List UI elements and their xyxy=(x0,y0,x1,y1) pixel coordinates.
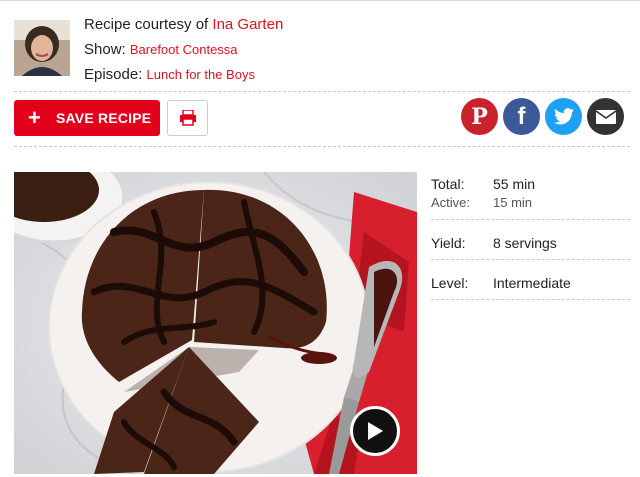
envelope-icon xyxy=(595,109,616,124)
show-label: Show: xyxy=(84,41,130,58)
total-time-value: 55 min xyxy=(493,176,536,192)
yield-label: Yield: xyxy=(431,235,466,251)
episode-credit: Episode: Lunch for the Boys xyxy=(84,66,255,83)
show-credit: Show: Barefoot Contessa xyxy=(84,41,238,58)
save-recipe-label: SAVE RECIPE xyxy=(56,110,152,126)
divider xyxy=(431,219,630,220)
play-video-button[interactable] xyxy=(350,406,400,456)
episode-link[interactable]: Lunch for the Boys xyxy=(147,67,255,82)
facebook-icon: f xyxy=(517,102,526,130)
active-time-label: Active: xyxy=(431,195,471,210)
divider xyxy=(431,259,630,260)
top-divider xyxy=(0,0,640,1)
total-time-label: Total: xyxy=(431,176,465,192)
divider xyxy=(14,146,630,147)
twitter-icon xyxy=(553,108,574,125)
pinterest-share-button[interactable]: P xyxy=(461,98,498,135)
show-link[interactable]: Barefoot Contessa xyxy=(130,42,238,57)
author-avatar[interactable] xyxy=(14,20,70,76)
active-time-value: 15 min xyxy=(493,195,533,210)
divider xyxy=(14,91,630,92)
level-label: Level: xyxy=(431,275,469,291)
save-recipe-button[interactable]: + SAVE RECIPE xyxy=(14,100,160,136)
plus-icon: + xyxy=(28,105,41,130)
credit-prefix: Recipe courtesy of xyxy=(84,16,213,33)
facebook-share-button[interactable]: f xyxy=(503,98,540,135)
episode-label: Episode: xyxy=(84,66,147,83)
email-share-button[interactable] xyxy=(587,98,624,135)
print-button[interactable] xyxy=(167,100,208,136)
level-value: Intermediate xyxy=(493,275,571,291)
divider xyxy=(431,299,630,300)
author-link[interactable]: Ina Garten xyxy=(212,16,283,33)
twitter-share-button[interactable] xyxy=(545,98,582,135)
printer-icon xyxy=(179,110,196,126)
yield-value: 8 servings xyxy=(493,235,557,251)
recipe-credit: Recipe courtesy of Ina Garten xyxy=(84,16,283,33)
play-icon xyxy=(368,422,383,440)
pinterest-icon: P xyxy=(471,103,488,130)
